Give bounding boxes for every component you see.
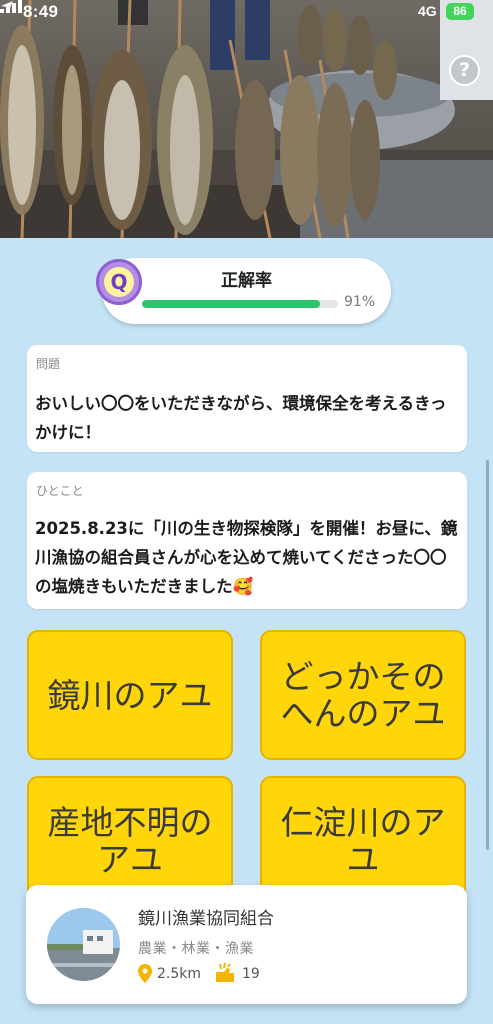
battery-icon: 86 bbox=[446, 3, 474, 20]
question-text: おいしい〇〇をいただきながら、環境保全を考えるきっかけに！ bbox=[35, 394, 447, 442]
help-button[interactable]: ? bbox=[449, 55, 480, 86]
location-pin-icon bbox=[138, 964, 152, 983]
answer-button-1[interactable]: 鏡川のアユ bbox=[27, 630, 233, 760]
q-badge-icon: Q bbox=[96, 259, 142, 305]
building-photo-icon bbox=[47, 908, 120, 981]
organization-card[interactable]: 鏡川漁業協同組合 農業・林業・漁業 2.5km 19 bbox=[26, 885, 467, 1004]
organization-avatar bbox=[47, 908, 120, 981]
answer-button-2[interactable]: どっかそのへんのアユ bbox=[260, 630, 466, 760]
quiz-screen: 8:49 4G 86 ? Q 正解率 91% 問題 おいしい〇〇をいただきながら… bbox=[0, 0, 493, 1024]
question-card: 問題 おいしい〇〇をいただきながら、環境保全を考えるきっかけに！ bbox=[27, 345, 467, 452]
comment-card: ひとこと 2025.8.23に「川の生き物探検隊」を開催！お昼に、鏡川漁協の組合… bbox=[27, 472, 467, 609]
accuracy-title: 正解率 bbox=[221, 271, 272, 291]
accuracy-percent: 91% bbox=[344, 294, 376, 310]
organization-name: 鏡川漁業協同組合 bbox=[138, 909, 274, 929]
accuracy-panel: 正解率 91% bbox=[102, 258, 391, 324]
question-label: 問題 bbox=[36, 357, 61, 371]
comment-label: ひとこと bbox=[36, 484, 84, 498]
clap-icon bbox=[216, 963, 234, 982]
hero-photo: 8:49 4G 86 ? bbox=[0, 0, 493, 238]
organization-distance: 2.5km bbox=[157, 966, 202, 982]
network-type: 4G bbox=[418, 3, 437, 19]
signal-icon bbox=[0, 0, 22, 13]
scroll-indicator[interactable] bbox=[486, 460, 489, 850]
organization-category: 農業・林業・漁業 bbox=[138, 941, 254, 957]
grilled-fish-illustration bbox=[0, 0, 493, 238]
accuracy-progress-bar bbox=[142, 300, 338, 308]
organization-clap-count: 19 bbox=[242, 966, 260, 982]
comment-text: 2025.8.23に「川の生き物探検隊」を開催！お昼に、鏡川漁協の組合員さんが心… bbox=[35, 519, 458, 596]
accuracy-progress-fill bbox=[142, 300, 321, 308]
status-time: 8:49 bbox=[23, 2, 59, 21]
